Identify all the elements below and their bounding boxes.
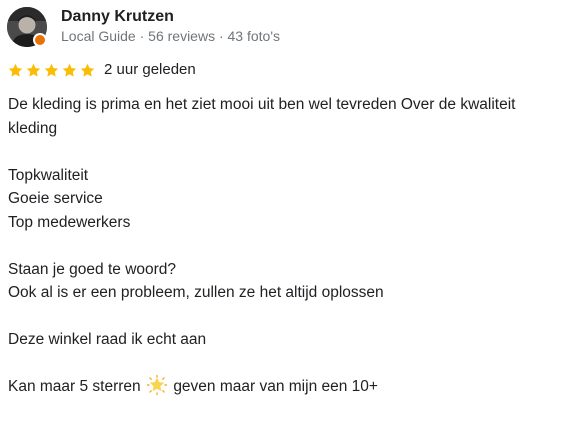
glowing-star-icon [147, 375, 167, 395]
review-line: De kleding is prima en het ziet mooi uit… [8, 96, 516, 113]
review-paragraph: Kan maar 5 sterren geven maar van mijn e… [8, 375, 564, 399]
review-paragraph: Deze winkel raad ik echt aan [8, 328, 564, 352]
star-rating [7, 62, 96, 79]
review-date: 2 uur geleden [104, 61, 196, 78]
review-paragraph: Staan je goed te woord? Ook al is er een… [8, 258, 564, 305]
review-line: Kan maar 5 sterren geven maar van mijn e… [8, 375, 564, 399]
star-icon [80, 63, 95, 77]
review-line: Goeie service [8, 190, 103, 207]
reviewer-meta: Local Guide · 56 reviews · 43 foto's [61, 28, 281, 44]
review-line: Topkwaliteit [8, 166, 89, 184]
review-card: Danny Krutzen Local Guide · 56 reviews ·… [0, 0, 569, 412]
review-line: Top medewerkers [8, 213, 131, 231]
review-line: Deze winkel raad ik echt aan [8, 331, 207, 348]
star-icon [62, 63, 77, 77]
review-line: Staan je goed te woord? [8, 260, 177, 278]
review-line: Ook al is er een probleem, zullen ze het… [8, 284, 384, 301]
review-text-segment: Kan maar 5 sterren [8, 378, 141, 395]
review-text: De kleding is prima en het ziet mooi uit… [8, 93, 564, 422]
reviewer-name[interactable]: Danny Krutzen [61, 7, 174, 27]
local-guide-badge-icon [33, 33, 47, 47]
review-text-segment: geven maar van mijn een 10+ [173, 378, 378, 395]
rating-row: 2 uur geleden [7, 60, 196, 80]
review-paragraph: De kleding is prima en het ziet mooi uit… [8, 93, 564, 140]
star-icon [8, 63, 23, 77]
review-line: kleding [8, 119, 58, 137]
star-icon [26, 63, 41, 77]
review-paragraph: Topkwaliteit Goeie service Top medewerke… [8, 164, 564, 235]
star-icon [44, 63, 59, 77]
avatar[interactable] [7, 7, 47, 47]
